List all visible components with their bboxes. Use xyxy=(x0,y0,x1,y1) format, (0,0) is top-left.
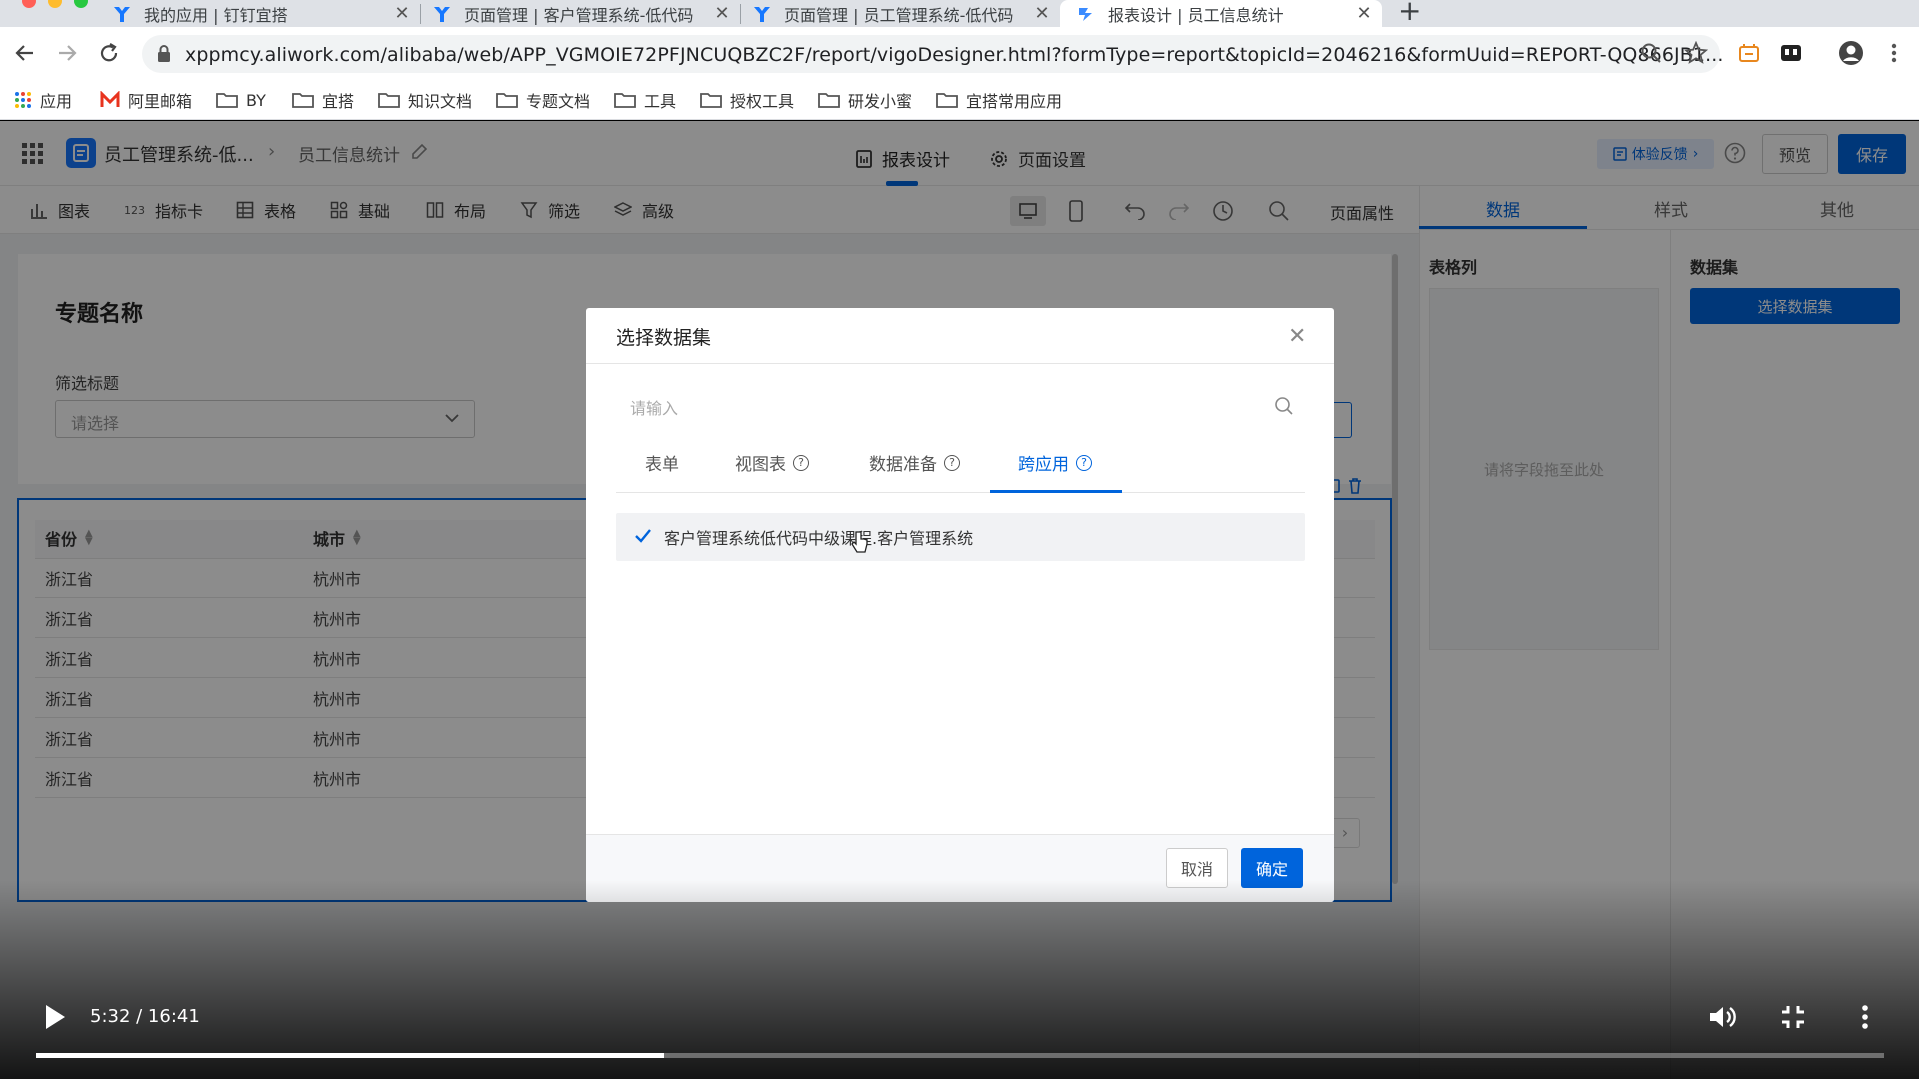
bookmark-label: 宜搭常用应用 xyxy=(966,92,1063,111)
folder-icon xyxy=(700,93,722,108)
folder-icon xyxy=(496,93,518,108)
apps-grid-icon xyxy=(15,92,31,108)
tab-separator xyxy=(740,4,741,24)
dialog-tabs-divider xyxy=(616,492,1305,493)
back-icon[interactable] xyxy=(12,40,38,66)
bookmark-folder[interactable]: BY xyxy=(216,86,266,114)
bookmark-label: 授权工具 xyxy=(730,92,795,111)
bookmark-folder[interactable]: 知识文档 xyxy=(378,86,472,114)
bookmark-folder[interactable]: 专题文档 xyxy=(496,86,590,114)
bookmark-apps[interactable]: 应用 xyxy=(14,86,72,114)
bookmark-label: 研发小蜜 xyxy=(848,92,913,111)
browser-tab[interactable]: 我的应用 | 钉钉宜搭 ✕ xyxy=(112,0,412,27)
dialog-title: 选择数据集 xyxy=(616,327,712,349)
bookmark-folder[interactable]: 宜搭 xyxy=(292,86,354,114)
reload-icon[interactable] xyxy=(96,40,122,66)
zoom-search-icon[interactable] xyxy=(1640,42,1662,64)
bookmark-folder[interactable]: 授权工具 xyxy=(700,86,794,114)
bookmark-label: 工具 xyxy=(644,92,677,111)
tab-close-icon[interactable]: ✕ xyxy=(712,3,732,24)
checkmark-icon xyxy=(634,528,652,544)
bookmark-label: 宜搭 xyxy=(322,92,355,111)
bookmark-label: BY xyxy=(246,90,266,110)
dialog-tab-form[interactable]: 表单 xyxy=(645,450,679,475)
lock-icon[interactable] xyxy=(156,44,172,64)
tab-title: 页面管理 | 员工管理系统-低代码 xyxy=(784,5,1014,25)
dialog-divider xyxy=(586,363,1334,364)
yida-logo-icon xyxy=(754,6,770,22)
bookmark-label: 应用 xyxy=(40,92,73,111)
video-menu-icon[interactable] xyxy=(1861,1004,1869,1030)
folder-icon xyxy=(936,93,958,108)
tab-close-icon[interactable]: ✕ xyxy=(1354,3,1374,24)
bookmark-folder[interactable]: 研发小蜜 xyxy=(818,86,912,114)
dialog-tab-data-prep[interactable]: 数据准备 ? xyxy=(869,450,960,475)
tab-separator xyxy=(420,4,421,24)
bookmark-label: 专题文档 xyxy=(526,92,591,111)
browser-tab[interactable]: 页面管理 | 客户管理系统-低代码 ✕ xyxy=(432,0,732,27)
bookmark-label: 知识文档 xyxy=(408,92,473,111)
play-icon[interactable] xyxy=(44,1004,66,1030)
tab-title: 我的应用 | 钉钉宜搭 xyxy=(144,5,288,25)
dialog-tab-view-table[interactable]: 视图表 ? xyxy=(735,450,809,475)
url-text[interactable]: xppmcy.aliwork.com/alibaba/web/APP_VGMOI… xyxy=(185,44,1724,66)
dialog-tab-label: 数据准备 xyxy=(869,455,937,475)
bookmark-folder[interactable]: 宜搭常用应用 xyxy=(936,86,1062,114)
tab-close-icon[interactable]: ✕ xyxy=(1032,3,1052,24)
browser-tab-active[interactable]: 报表设计 | 员工信息统计 ✕ xyxy=(1060,0,1382,27)
search-icon[interactable] xyxy=(1274,396,1294,416)
bookmark-aliyun-mail[interactable]: 阿里邮箱 xyxy=(100,86,192,114)
bookmark-star-icon[interactable] xyxy=(1684,41,1708,65)
extension-icon[interactable] xyxy=(1738,42,1760,64)
bookmark-folder[interactable]: 工具 xyxy=(614,86,676,114)
tab-title: 页面管理 | 客户管理系统-低代码 xyxy=(464,5,694,25)
dataset-list-item[interactable]: 客户管理系统低代码中级课程.客户管理系统 xyxy=(616,513,1305,561)
volume-icon[interactable] xyxy=(1707,1002,1737,1032)
new-tab-icon[interactable]: + xyxy=(1398,0,1421,27)
tab-close-icon[interactable]: ✕ xyxy=(392,3,412,24)
close-icon[interactable]: ✕ xyxy=(1288,324,1306,349)
report-designer-icon xyxy=(1079,7,1092,21)
yida-logo-icon xyxy=(114,6,130,22)
help-icon[interactable]: ? xyxy=(1076,454,1092,471)
folder-icon xyxy=(818,93,840,108)
mail-logo-icon xyxy=(100,91,120,107)
video-progress-fill xyxy=(36,1053,665,1058)
exit-fullscreen-icon[interactable] xyxy=(1780,1004,1806,1030)
dataset-item-label: 客户管理系统低代码中级课程.客户管理系统 xyxy=(664,529,974,548)
browser-tab[interactable]: 页面管理 | 员工管理系统-低代码 ✕ xyxy=(752,0,1052,27)
extension-icon[interactable] xyxy=(1780,42,1802,64)
mouse-cursor-icon xyxy=(850,530,870,556)
tab-title: 报表设计 | 员工信息统计 xyxy=(1108,5,1284,25)
folder-icon xyxy=(292,93,314,108)
profile-avatar-icon[interactable] xyxy=(1838,40,1864,66)
dialog-tab-cross-app[interactable]: 跨应用 ? xyxy=(1018,450,1092,475)
folder-icon xyxy=(216,93,238,108)
dialog-tab-label: 视图表 xyxy=(735,455,786,475)
help-icon[interactable]: ? xyxy=(944,454,960,471)
dialog-tab-indicator xyxy=(990,490,1122,493)
help-icon[interactable]: ? xyxy=(793,454,809,471)
dataset-search-input[interactable] xyxy=(616,390,1305,426)
bookmark-label: 阿里邮箱 xyxy=(128,92,193,111)
video-time: 5:32 / 16:41 xyxy=(90,1006,200,1027)
forward-icon[interactable] xyxy=(54,40,80,66)
yida-logo-icon xyxy=(434,6,450,22)
dialog-tab-label: 表单 xyxy=(645,455,679,475)
browser-menu-icon[interactable] xyxy=(1890,42,1898,64)
dialog-tab-label: 跨应用 xyxy=(1018,455,1069,475)
folder-icon xyxy=(378,93,400,108)
folder-icon xyxy=(614,93,636,108)
video-controls-gradient xyxy=(0,880,1919,1079)
